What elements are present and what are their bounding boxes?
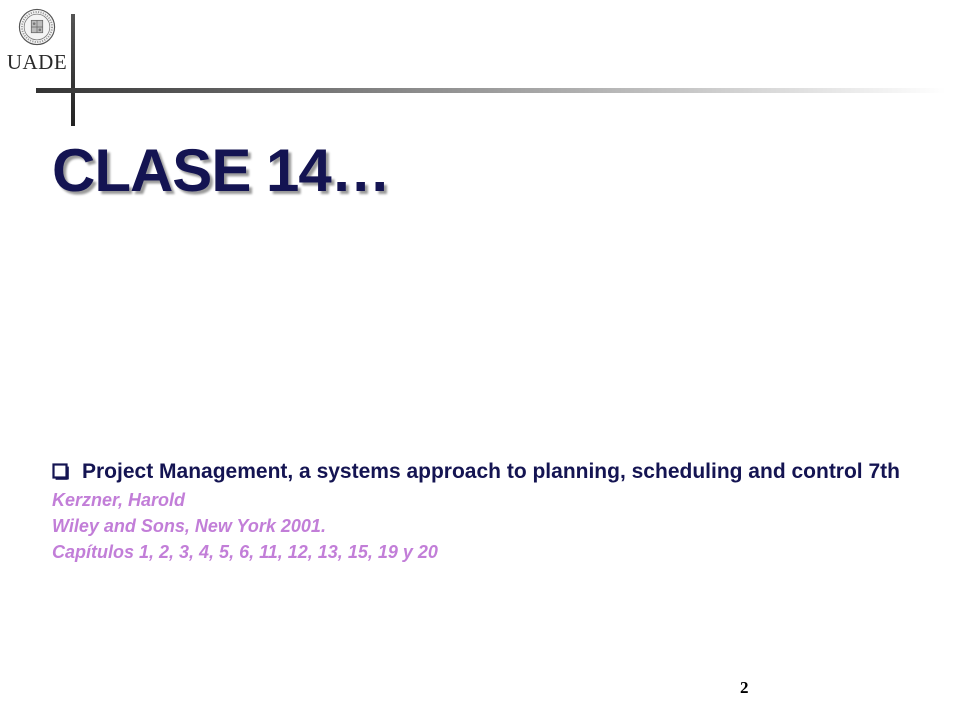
book-author: Kerzner, Harold (52, 490, 186, 510)
logo-text: UADE (6, 50, 68, 74)
header-horizontal-rule (36, 88, 946, 93)
university-seal-icon (18, 8, 56, 46)
checkbox-bullet-icon (52, 463, 69, 480)
book-chapters: Capítulos 1, 2, 3, 4, 5, 6, 11, 12, 13, … (52, 542, 438, 562)
header-vertical-rule (71, 14, 75, 126)
slide-title: CLASE 14… (52, 137, 391, 204)
uade-logo: UADE (6, 8, 68, 78)
page-number: 2 (740, 678, 749, 697)
book-publisher: Wiley and Sons, New York 2001. (52, 516, 326, 536)
reference-block: Project Management, a systems approach t… (52, 457, 922, 565)
reference-item: Project Management, a systems approach t… (52, 457, 922, 487)
book-title: Project Management, a systems approach t… (82, 460, 900, 483)
